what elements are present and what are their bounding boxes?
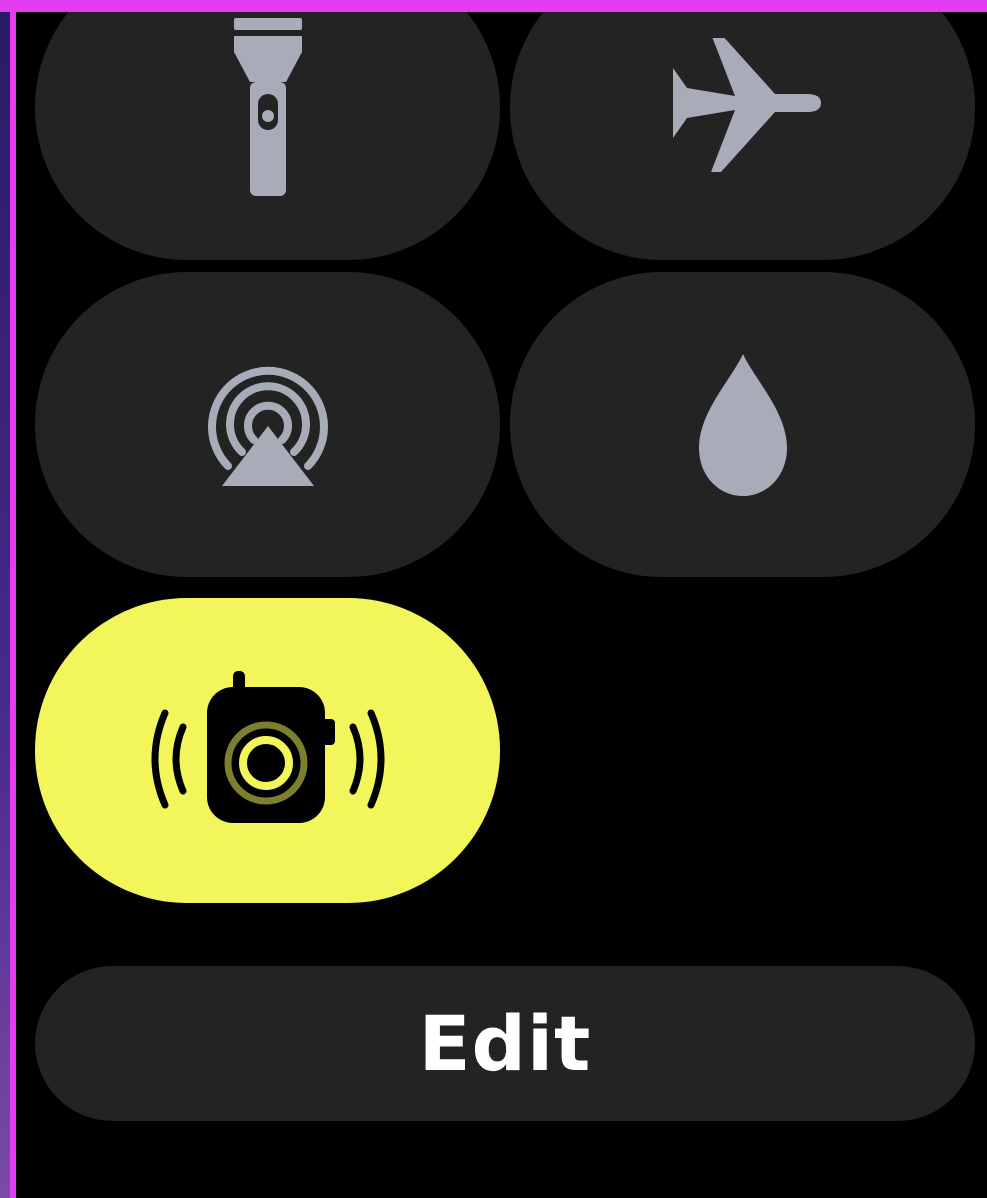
airplane-mode-toggle[interactable] [510,12,975,260]
airplane-icon [663,37,823,178]
edit-button[interactable]: Edit [35,966,975,1121]
flashlight-toggle[interactable] [35,12,500,260]
walkie-talkie-icon [143,670,393,831]
edit-button-label: Edit [418,999,592,1088]
walkie-talkie-toggle[interactable] [35,598,500,903]
frame-top-border [0,0,987,12]
flashlight-icon [228,17,308,198]
airplay-icon [198,360,338,490]
airplay-toggle[interactable] [35,272,500,577]
water-drop-icon [693,350,793,500]
control-center-screen: Edit [16,12,987,1198]
water-lock-toggle[interactable] [510,272,975,577]
